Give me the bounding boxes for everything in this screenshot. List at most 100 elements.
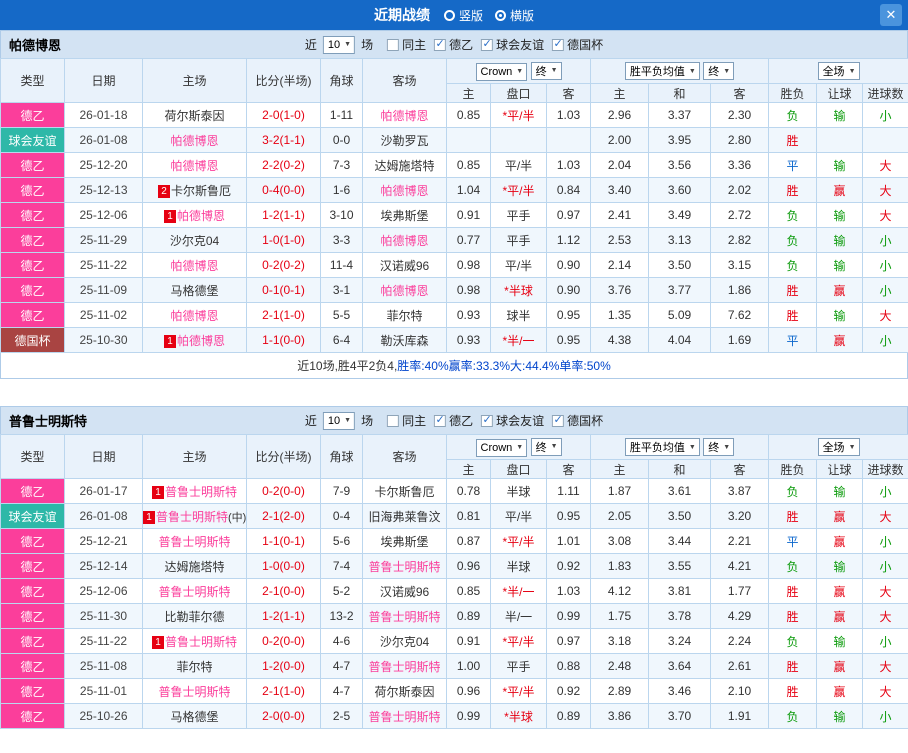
- chevron-down-icon: ▼: [344, 41, 352, 48]
- league-badge: 球会友谊: [0, 503, 65, 529]
- match-row: 德乙 25-12-20 帕德博恩 2-2(0-2) 7-3 达姆施塔特 0.85 平/半 1.0…: [0, 152, 908, 178]
- away-team-name: 沙尔克04: [379, 634, 430, 649]
- handicap-line: 平手: [490, 227, 547, 253]
- filter-checkbox-1[interactable]: ✓ 德乙: [434, 412, 473, 429]
- home-team-name: 马格德堡: [170, 709, 219, 724]
- filter-checkbox-3[interactable]: ✓ 德国杯: [552, 36, 603, 53]
- away-team: 普鲁士明斯特: [362, 653, 447, 679]
- score: 2-1(0-0): [246, 578, 321, 604]
- away-team-name: 普鲁士明斯特: [368, 659, 441, 674]
- odds-home: 0.85: [446, 152, 491, 178]
- view-radio-0[interactable]: 竖版: [443, 7, 483, 24]
- corners: 5-6: [320, 528, 363, 554]
- goals-result: 大: [862, 152, 908, 178]
- filter-checkbox-3[interactable]: ✓ 德国杯: [552, 412, 603, 429]
- league-badge: 德乙: [0, 678, 65, 704]
- league-badge: 德乙: [0, 653, 65, 679]
- avg-stage-select[interactable]: 终 ▼: [703, 62, 735, 80]
- corners: 4-7: [320, 653, 363, 679]
- avg-select[interactable]: 胜平负均值 ▼: [624, 438, 700, 456]
- home-team-name: 普鲁士明斯特: [164, 484, 237, 499]
- chevron-down-icon: ▼: [688, 443, 696, 451]
- avg-away: 2.61: [710, 653, 770, 679]
- league-badge: 德乙: [0, 177, 65, 203]
- red-card-badge: 1: [151, 485, 164, 499]
- away-team-name: 帕德博恩: [380, 108, 429, 123]
- col-date: 日期: [64, 434, 143, 479]
- handicap-result: 输: [816, 478, 864, 504]
- avg-away: 7.62: [710, 302, 770, 328]
- filter-label: 德国杯: [567, 38, 604, 52]
- filter-checkbox-2[interactable]: ✓ 球会友谊: [481, 36, 544, 53]
- bookmaker-select[interactable]: Crown ▼: [475, 62, 528, 81]
- avg-draw: 3.50: [648, 252, 712, 278]
- team-name: 帕德博恩: [9, 38, 62, 53]
- score: 0-2(0-0): [246, 628, 321, 654]
- team-name: 普鲁士明斯特: [9, 414, 88, 429]
- goals-result: 大: [862, 177, 908, 203]
- away-team-name: 勒沃库森: [380, 333, 429, 348]
- summary-line: 近10场,胜4平2负4, 胜率:40% 赢率:33.3% 大:44.4% 单率:5…: [0, 353, 908, 379]
- recent-count-value: 10: [327, 414, 341, 427]
- goals-result: 小: [862, 528, 908, 554]
- league-badge: 德乙: [0, 578, 65, 604]
- handicap-result: 赢: [816, 603, 864, 629]
- corners: 3-3: [320, 227, 363, 253]
- bookmaker-select[interactable]: Crown ▼: [475, 438, 528, 457]
- odds-away: 1.03: [545, 152, 592, 178]
- score: 2-2(0-2): [246, 152, 321, 178]
- result: 平: [768, 327, 818, 353]
- result: 平: [768, 528, 818, 554]
- corners: 11-4: [320, 252, 363, 278]
- filter-checkbox-0[interactable]: 同主: [387, 412, 426, 429]
- avg-select[interactable]: 胜平负均值 ▼: [624, 62, 700, 80]
- corners: 2-5: [320, 703, 363, 729]
- score: 1-2(1-1): [246, 202, 321, 228]
- handicap-line: *半/一: [490, 327, 547, 353]
- result: 负: [768, 628, 818, 654]
- col-handicap-result: 让球: [816, 459, 864, 479]
- match-row: 德乙 25-11-01 普鲁士明斯特 2-1(1-0) 4-7 荷尔斯泰因 0.96 *平/半…: [0, 678, 908, 704]
- home-team: 荷尔斯泰因: [142, 102, 247, 128]
- odds-stage-select[interactable]: 终 ▼: [530, 61, 562, 80]
- close-button[interactable]: ✕: [880, 4, 902, 26]
- away-team: 埃弗斯堡: [362, 528, 447, 554]
- home-team-name: 卡尔斯鲁厄: [170, 183, 231, 198]
- filter-checkbox-1[interactable]: ✓ 德乙: [434, 36, 473, 53]
- avg-draw: 3.50: [648, 503, 712, 529]
- handicap-line: 半球: [490, 553, 547, 579]
- red-card-badge: 1: [143, 510, 155, 524]
- match-row: 德乙 25-11-02 帕德博恩 2-1(1-0) 5-5 菲尔特 0.93 球半 0.95 1.…: [0, 302, 908, 328]
- filter-group: 同主 ✓ 德乙 ✓ 球会友谊 ✓ 德国杯: [387, 36, 603, 53]
- chevron-down-icon: ▼: [516, 444, 524, 451]
- away-team-name: 普鲁士明斯特: [368, 609, 441, 624]
- avg-away: 3.36: [710, 152, 770, 178]
- filter-checkbox-2[interactable]: ✓ 球会友谊: [481, 412, 544, 429]
- away-team: 荷尔斯泰因: [362, 678, 447, 704]
- home-team-name: 普鲁士明斯特: [164, 634, 237, 649]
- away-team: 菲尔特: [362, 302, 447, 328]
- col-avg-away: 客: [710, 83, 770, 103]
- recent-count-select[interactable]: 10 ▼: [322, 35, 356, 54]
- away-team: 汉诺威96: [362, 252, 447, 278]
- filter-checkbox-0[interactable]: 同主: [387, 36, 426, 53]
- goals-result: 大: [862, 653, 908, 679]
- handicap-line: [490, 127, 547, 153]
- avg-home: 3.18: [590, 628, 650, 654]
- view-radio-1[interactable]: 横版: [495, 7, 534, 24]
- red-card-badge: 2: [157, 184, 170, 198]
- home-team: 2 卡尔斯鲁厄: [142, 177, 247, 203]
- score: 1-2(0-0): [246, 653, 321, 679]
- result: 负: [768, 478, 818, 504]
- match-date: 25-12-14: [64, 553, 143, 579]
- recent-count-select[interactable]: 10 ▼: [322, 411, 356, 430]
- col-handicap-result: 让球: [816, 83, 864, 103]
- avg-home: 3.86: [590, 703, 650, 729]
- scope-select[interactable]: 全场 ▼: [817, 62, 860, 80]
- avg-stage-select[interactable]: 终 ▼: [703, 438, 735, 456]
- away-team: 普鲁士明斯特: [362, 603, 447, 629]
- chevron-down-icon: ▼: [516, 68, 524, 75]
- section-controls: 近 10 ▼ 场 同主 ✓ 德乙 ✓ 球会友谊 ✓ 德国杯: [305, 411, 603, 430]
- scope-select[interactable]: 全场 ▼: [817, 438, 860, 456]
- odds-stage-select[interactable]: 终 ▼: [530, 437, 562, 456]
